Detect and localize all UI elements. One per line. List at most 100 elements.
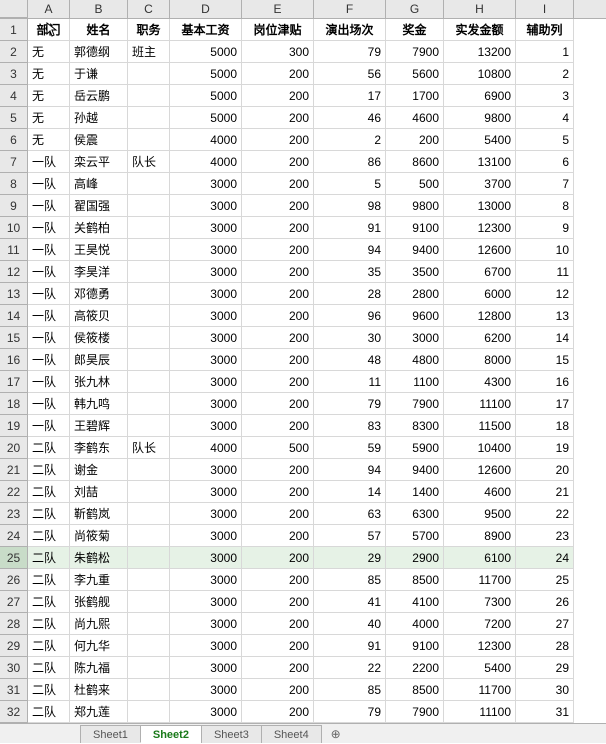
cell[interactable]: 31: [516, 701, 574, 723]
cell[interactable]: 3000: [170, 305, 242, 327]
cell[interactable]: 郑九莲: [70, 701, 128, 723]
cell[interactable]: 16: [516, 371, 574, 393]
cell[interactable]: 24: [516, 547, 574, 569]
cell[interactable]: [128, 679, 170, 701]
cell[interactable]: 7200: [444, 613, 516, 635]
cell[interactable]: 3000: [170, 591, 242, 613]
cell[interactable]: 一队: [28, 195, 70, 217]
cell[interactable]: 一队: [28, 173, 70, 195]
cell[interactable]: 陈九福: [70, 657, 128, 679]
cell[interactable]: 12600: [444, 459, 516, 481]
cell[interactable]: 二队: [28, 679, 70, 701]
cell[interactable]: 3000: [386, 327, 444, 349]
cell[interactable]: 队长: [128, 437, 170, 459]
add-sheet-button[interactable]: ⊕: [327, 727, 345, 741]
cell[interactable]: [128, 305, 170, 327]
column-title[interactable]: 姓名: [70, 19, 128, 41]
cell[interactable]: 48: [314, 349, 386, 371]
cell[interactable]: 13000: [444, 195, 516, 217]
cell[interactable]: [128, 635, 170, 657]
cell[interactable]: 谢金: [70, 459, 128, 481]
cell[interactable]: 10: [516, 239, 574, 261]
cell[interactable]: 200: [242, 415, 314, 437]
cell[interactable]: 40: [314, 613, 386, 635]
cell[interactable]: 朱鹤松: [70, 547, 128, 569]
cell[interactable]: 96: [314, 305, 386, 327]
sheet-tab[interactable]: Sheet2: [140, 725, 202, 743]
cell[interactable]: [128, 349, 170, 371]
cell[interactable]: 4800: [386, 349, 444, 371]
cell[interactable]: 侯震: [70, 129, 128, 151]
column-header-I[interactable]: I: [516, 0, 574, 18]
cell[interactable]: 200: [242, 85, 314, 107]
cell[interactable]: 无: [28, 129, 70, 151]
cell[interactable]: 二队: [28, 525, 70, 547]
cell[interactable]: 4000: [386, 613, 444, 635]
cell[interactable]: 4100: [386, 591, 444, 613]
cell[interactable]: [128, 503, 170, 525]
cell[interactable]: 1100: [386, 371, 444, 393]
column-header-H[interactable]: H: [444, 0, 516, 18]
cell[interactable]: 3000: [170, 393, 242, 415]
cell[interactable]: [128, 657, 170, 679]
cell[interactable]: 200: [242, 217, 314, 239]
cell[interactable]: 于谦: [70, 63, 128, 85]
cell[interactable]: 98: [314, 195, 386, 217]
cell[interactable]: 56: [314, 63, 386, 85]
cell[interactable]: [128, 63, 170, 85]
cell[interactable]: 13200: [444, 41, 516, 63]
cell[interactable]: 3: [516, 85, 574, 107]
cell[interactable]: 23: [516, 525, 574, 547]
cell[interactable]: 张鹤舰: [70, 591, 128, 613]
cell[interactable]: 12800: [444, 305, 516, 327]
cell[interactable]: 二队: [28, 437, 70, 459]
cell[interactable]: [128, 129, 170, 151]
cell[interactable]: 5000: [170, 41, 242, 63]
cell[interactable]: 200: [242, 283, 314, 305]
cell[interactable]: 5: [314, 173, 386, 195]
cell[interactable]: 侯筱楼: [70, 327, 128, 349]
column-header-C[interactable]: C: [128, 0, 170, 18]
cell[interactable]: 无: [28, 41, 70, 63]
cell[interactable]: 9100: [386, 635, 444, 657]
cell[interactable]: 一队: [28, 217, 70, 239]
column-header-E[interactable]: E: [242, 0, 314, 18]
cell[interactable]: 尚九熙: [70, 613, 128, 635]
cell[interactable]: 高峰: [70, 173, 128, 195]
cell[interactable]: 7900: [386, 393, 444, 415]
cell[interactable]: 3000: [170, 371, 242, 393]
cell[interactable]: [128, 393, 170, 415]
cell[interactable]: 6: [516, 151, 574, 173]
row-header[interactable]: 24: [0, 525, 28, 547]
row-header[interactable]: 4: [0, 85, 28, 107]
row-header[interactable]: 27: [0, 591, 28, 613]
row-header[interactable]: 2: [0, 41, 28, 63]
cell[interactable]: 200: [242, 107, 314, 129]
cell[interactable]: 3000: [170, 261, 242, 283]
cell[interactable]: 3000: [170, 525, 242, 547]
cell[interactable]: 27: [516, 613, 574, 635]
row-header[interactable]: 17: [0, 371, 28, 393]
cell[interactable]: 14: [314, 481, 386, 503]
cell[interactable]: 3000: [170, 349, 242, 371]
cell[interactable]: 200: [242, 569, 314, 591]
cell[interactable]: 6900: [444, 85, 516, 107]
cell[interactable]: 200: [386, 129, 444, 151]
cell[interactable]: 200: [242, 393, 314, 415]
cell[interactable]: 200: [242, 327, 314, 349]
row-header[interactable]: 32: [0, 701, 28, 723]
cell[interactable]: [128, 239, 170, 261]
cell[interactable]: 3000: [170, 195, 242, 217]
column-title[interactable]: 演出场次: [314, 19, 386, 41]
cell[interactable]: 2: [516, 63, 574, 85]
cell[interactable]: 200: [242, 503, 314, 525]
row-header[interactable]: 21: [0, 459, 28, 481]
cell[interactable]: 91: [314, 217, 386, 239]
cell[interactable]: 11: [516, 261, 574, 283]
cell[interactable]: 李鹤东: [70, 437, 128, 459]
row-header[interactable]: 9: [0, 195, 28, 217]
cell[interactable]: 一队: [28, 151, 70, 173]
cell[interactable]: 200: [242, 173, 314, 195]
cell[interactable]: 3000: [170, 217, 242, 239]
cell[interactable]: 12300: [444, 635, 516, 657]
